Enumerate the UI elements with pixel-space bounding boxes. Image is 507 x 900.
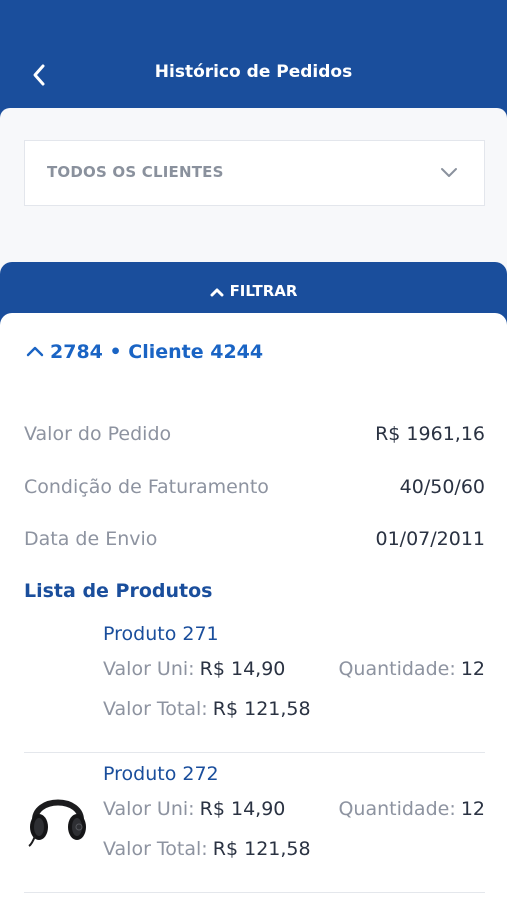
total-price: Valor Total: R$ 121,58 — [103, 838, 311, 860]
client-select[interactable]: TODOS OS CLIENTES — [24, 140, 485, 206]
filter-label: FILTRAR — [229, 282, 298, 300]
total-label: Valor Total: — [103, 698, 208, 720]
product-name: Produto 272 — [103, 763, 219, 785]
unit-price-label: Valor Uni: — [103, 798, 195, 820]
quantity: Quantidade: 12 — [338, 798, 485, 820]
chevron-down-icon — [441, 168, 457, 177]
unit-price-value: R$ 14,90 — [199, 658, 286, 680]
app-header: Histórico de Pedidos — [0, 0, 507, 125]
divider — [24, 892, 485, 893]
ship-date-label: Data de Envio — [24, 528, 158, 550]
order-details-panel: 2784 • Cliente 4244 Valor do Pedido R$ 1… — [0, 313, 507, 900]
products-heading: Lista de Produtos — [24, 580, 213, 602]
unit-price-label: Valor Uni: — [103, 658, 195, 680]
order-field-row: Valor do Pedido R$ 1961,16 — [24, 419, 485, 447]
total-value: R$ 121,58 — [212, 838, 311, 860]
quantity-label: Quantidade: — [338, 658, 456, 680]
chevron-up-icon — [210, 288, 224, 296]
quantity-value: 12 — [460, 658, 485, 680]
headphones-icon — [28, 799, 86, 847]
ship-date-value: 01/07/2011 — [375, 528, 485, 550]
billing-condition-value: 40/50/60 — [399, 476, 485, 498]
product-item[interactable]: Produto 272 Valor Uni: R$ 14,90 Quantida… — [24, 758, 485, 893]
client-select-value: TODOS OS CLIENTES — [47, 163, 224, 181]
divider — [24, 752, 485, 753]
total-value: R$ 121,58 — [212, 698, 311, 720]
order-value-label: Valor do Pedido — [24, 423, 172, 445]
quantity-label: Quantidade: — [338, 798, 456, 820]
product-item[interactable]: Produto 271 Valor Uni: R$ 14,90 Quantida… — [24, 618, 485, 753]
order-field-row: Data de Envio 01/07/2011 — [24, 524, 485, 552]
order-collapse-toggle[interactable]: 2784 • Cliente 4244 — [26, 341, 263, 363]
order-value: R$ 1961,16 — [375, 423, 485, 445]
product-name: Produto 271 — [103, 623, 219, 645]
unit-price: Valor Uni: R$ 14,90 — [103, 798, 285, 820]
unit-price-value: R$ 14,90 — [199, 798, 286, 820]
quantity: Quantidade: 12 — [338, 658, 485, 680]
page-title: Histórico de Pedidos — [154, 62, 353, 82]
total-label: Valor Total: — [103, 838, 208, 860]
order-title: 2784 • Cliente 4244 — [50, 341, 264, 363]
order-field-row: Condição de Faturamento 40/50/60 — [24, 472, 485, 500]
quantity-value: 12 — [460, 798, 485, 820]
billing-condition-label: Condição de Faturamento — [24, 476, 269, 498]
total-price: Valor Total: R$ 121,58 — [103, 698, 311, 720]
unit-price: Valor Uni: R$ 14,90 — [103, 658, 285, 680]
chevron-up-icon — [26, 346, 44, 356]
